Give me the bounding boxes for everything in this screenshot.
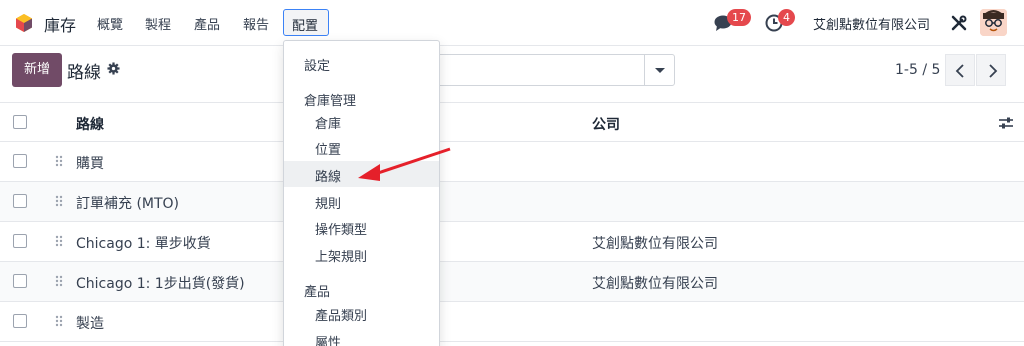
menu-item-warehouses[interactable]: 倉庫	[284, 108, 439, 134]
select-all-checkbox[interactable]	[13, 115, 27, 129]
route-name: 訂單補充 (MTO)	[76, 196, 180, 212]
gear-icon[interactable]	[107, 62, 120, 75]
menu-configuration[interactable]: 配置	[283, 9, 329, 36]
menu-configuration-label: 配置	[292, 19, 319, 34]
menu-item-warehouses-label: 倉庫	[315, 117, 342, 132]
menu-item-product-categories[interactable]: 產品類別	[284, 300, 439, 326]
annotation-arrow	[358, 147, 451, 181]
menu-item-settings[interactable]: 設定	[284, 50, 439, 76]
chevron-right-icon	[989, 64, 998, 78]
column-name-header[interactable]: 路線	[76, 114, 104, 134]
menu-item-operation-types[interactable]: 操作類型	[284, 214, 439, 240]
row-checkbox[interactable]	[13, 274, 27, 288]
row-checkbox[interactable]	[13, 194, 27, 208]
messages-badge: 17	[727, 9, 751, 26]
section-header-warehouse: 倉庫管理	[304, 94, 357, 109]
menu-reporting[interactable]: 報告	[243, 14, 269, 33]
table-row[interactable]: 製造	[0, 302, 1024, 342]
table-row[interactable]: Chicago 1: 1步出貨(發貨) 艾創點數位有限公司	[0, 262, 1024, 302]
route-name: Chicago 1: 單步收貨	[76, 236, 211, 252]
pager-next-button[interactable]	[976, 54, 1006, 86]
avatar-face-icon	[980, 9, 1007, 36]
drag-handle-icon[interactable]	[55, 155, 63, 167]
table-row[interactable]: Chicago 1: 單步收貨 艾創點數位有限公司	[0, 222, 1024, 262]
company-switcher[interactable]: 艾創點數位有限公司	[813, 14, 930, 33]
drag-handle-icon[interactable]	[55, 315, 63, 327]
top-navbar: 庫存 概覽 製程 產品 報告 配置 17 4 艾創點數位有限公司	[0, 0, 1024, 46]
drag-handle-icon[interactable]	[55, 275, 63, 287]
pager-previous-button[interactable]	[945, 54, 975, 86]
column-settings-icon[interactable]	[998, 116, 1014, 130]
table-header: 路線 公司	[0, 102, 1024, 142]
menu-products[interactable]: 產品	[194, 14, 220, 33]
app-logo-icon[interactable]	[14, 13, 34, 33]
debug-tools-icon[interactable]	[950, 14, 968, 32]
menu-item-rules-label: 規則	[315, 197, 342, 212]
chevron-left-icon	[955, 64, 964, 78]
table-row[interactable]: 購買	[0, 142, 1024, 182]
table-row[interactable]: 訂單補充 (MTO)	[0, 182, 1024, 222]
pager-value[interactable]: 1-5 / 5	[895, 62, 940, 78]
menu-item-attributes-label: 屬性	[315, 336, 342, 346]
menu-item-locations-label: 位置	[315, 143, 342, 158]
menu-item-attributes[interactable]: 屬性	[284, 327, 439, 346]
menu-item-product-categories-label: 產品類別	[315, 309, 368, 324]
page-title: 路線	[67, 63, 101, 83]
activities-badge: 4	[778, 9, 795, 26]
menu-item-rules[interactable]: 規則	[284, 188, 439, 214]
row-checkbox[interactable]	[13, 314, 27, 328]
column-company-header[interactable]: 公司	[592, 114, 620, 134]
route-name: 製造	[76, 316, 104, 332]
drag-handle-icon[interactable]	[55, 195, 63, 207]
new-button[interactable]: 新增	[12, 53, 62, 87]
menu-item-putaway-rules-label: 上架規則	[315, 250, 368, 265]
menu-item-putaway-rules[interactable]: 上架規則	[284, 241, 439, 267]
search-options-toggle[interactable]	[644, 55, 674, 85]
row-checkbox[interactable]	[13, 154, 27, 168]
app-name[interactable]: 庫存	[44, 12, 76, 36]
drag-handle-icon[interactable]	[55, 235, 63, 247]
configuration-dropdown: 設定 倉庫管理 倉庫 位置 路線 規則 操作類型 上架規則 產品 產品類別 屬性	[283, 40, 440, 346]
menu-item-routes-label: 路線	[315, 170, 342, 185]
menu-item-operation-types-label: 操作類型	[315, 223, 368, 238]
route-name: Chicago 1: 1步出貨(發貨)	[76, 276, 245, 292]
menu-item-settings-label: 設定	[304, 59, 331, 74]
menu-operations[interactable]: 製程	[145, 14, 171, 33]
route-name: 購買	[76, 156, 104, 172]
route-company: 艾創點數位有限公司	[592, 236, 718, 252]
row-checkbox[interactable]	[13, 234, 27, 248]
route-company: 艾創點數位有限公司	[592, 276, 718, 292]
section-header-products: 產品	[304, 285, 331, 300]
menu-overview[interactable]: 概覽	[97, 14, 123, 33]
user-avatar[interactable]	[980, 9, 1007, 36]
